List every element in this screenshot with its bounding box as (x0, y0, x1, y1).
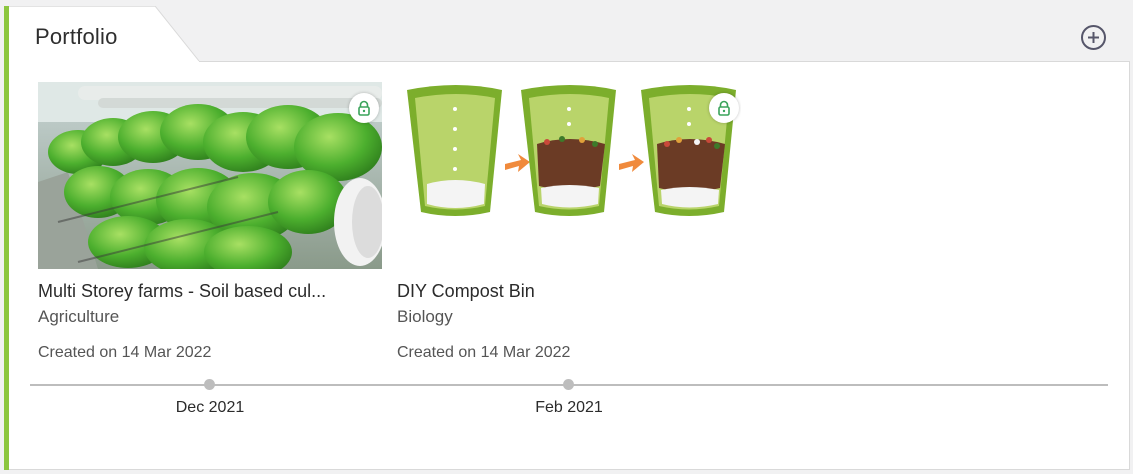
portfolio-tab: Portfolio (9, 6, 200, 63)
portfolio-panel: Portfolio Multi Storey farms - Soil base… (0, 0, 1133, 474)
timeline-dot[interactable] (204, 379, 215, 390)
plus-circle-icon[interactable] (1080, 24, 1107, 51)
accent-bar (4, 6, 9, 470)
portfolio-item[interactable]: Multi Storey farms - Soil based cul... A… (38, 82, 382, 361)
item-title[interactable]: DIY Compost Bin (397, 281, 741, 302)
panel-title: Portfolio (35, 24, 118, 49)
item-created-date: Created on 14 Mar 2022 (38, 344, 212, 361)
item-subject: Biology (397, 307, 453, 326)
timeline-label: Dec 2021 (175, 399, 245, 416)
lock-icon[interactable] (349, 93, 379, 123)
item-created-date: Created on 14 Mar 2022 (397, 344, 571, 361)
item-title[interactable]: Multi Storey farms - Soil based cul... (38, 281, 382, 302)
compost-bin-diagram[interactable] (397, 82, 741, 269)
lock-icon[interactable] (709, 93, 739, 123)
portfolio-item[interactable]: DIY Compost Bin Biology Created on 14 Ma… (397, 82, 741, 361)
item-subject: Agriculture (38, 307, 120, 326)
timeline-dot[interactable] (563, 379, 574, 390)
hydroponic-greens-photo[interactable] (38, 82, 382, 269)
card-top-border (198, 61, 1130, 62)
timeline-label: Feb 2021 (535, 399, 603, 416)
